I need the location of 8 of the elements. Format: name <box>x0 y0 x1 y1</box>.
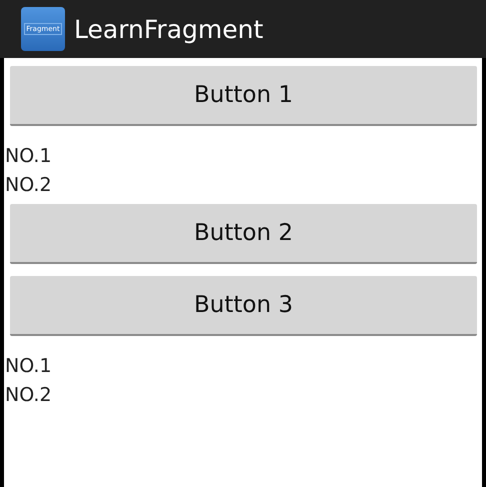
fragment-button[interactable]: Button 3 <box>10 276 477 336</box>
app-title: LearnFragment <box>74 14 264 44</box>
text-label: NO.2 <box>4 383 53 408</box>
fragment-button[interactable]: Button 2 <box>10 204 477 264</box>
text-label: NO.1 <box>4 354 53 379</box>
fragment-button[interactable]: Button 1 <box>10 66 477 126</box>
text-label: NO.1 <box>4 144 53 169</box>
text-label: NO.2 <box>4 173 53 198</box>
